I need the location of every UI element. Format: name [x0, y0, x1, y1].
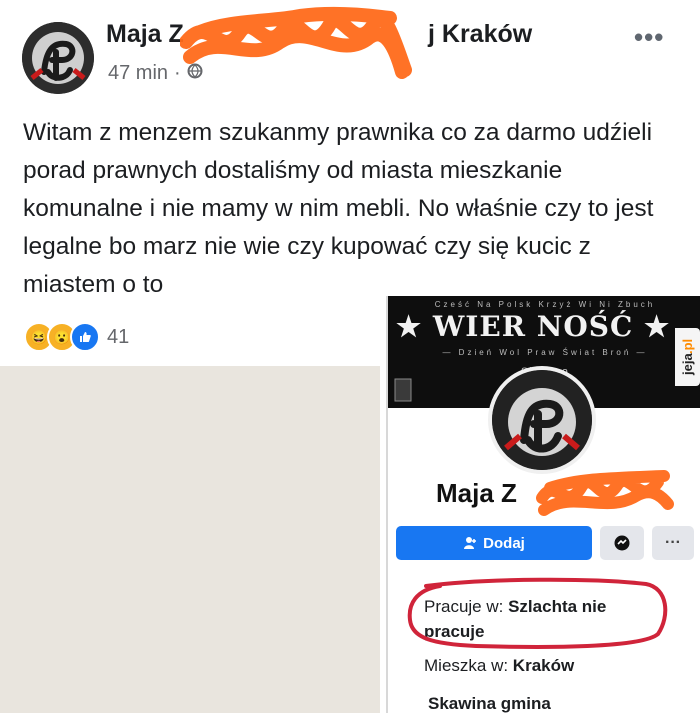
post-author[interactable]: Maja Z j Kraków [106, 20, 532, 49]
lives-info: Mieszka w: Kraków [424, 656, 574, 676]
profile-avatar[interactable] [488, 366, 596, 474]
cover-title: ★ WIER NOŚĆ ★ [396, 310, 671, 343]
cover-emblem-icon [394, 378, 412, 402]
profile-screenshot: Cześć Na Polsk Krzyż Wi Ni Zbuch ★ WIER … [386, 296, 700, 713]
cover-top-text: Cześć Na Polsk Krzyż Wi Ni Zbuch [434, 300, 656, 309]
lives-label: Mieszka w: [424, 656, 513, 675]
cover-mid-text: — Dzień Wol Praw Świat Broń — [442, 348, 648, 357]
lives-value[interactable]: Kraków [513, 656, 574, 675]
globe-icon [187, 62, 203, 85]
town-info: Skawina gmina [428, 694, 551, 714]
watermark-suffix: .pl [680, 338, 695, 354]
add-friend-icon [464, 537, 477, 549]
messenger-icon [614, 535, 630, 551]
work-label: Pracuje w: [424, 597, 509, 616]
meta-separator: · [174, 62, 181, 84]
post-text: Witam z menzem szukanmy prawnika co za d… [23, 119, 654, 298]
post-options-button[interactable]: ••• [634, 22, 664, 53]
like-reaction-icon [70, 322, 100, 352]
reactions-bar[interactable]: 😆 😮 41 [24, 322, 129, 352]
post-photo[interactable] [0, 366, 380, 713]
work-info: Pracuje w: Szlachta nie pracuje [424, 594, 656, 644]
watermark-text: jeja [680, 353, 695, 376]
reaction-count[interactable]: 41 [107, 326, 129, 349]
censor-scribble-header [180, 6, 412, 79]
profile-name: Maja Z [436, 478, 517, 508]
add-friend-label: Dodaj [483, 534, 525, 552]
author-name[interactable]: Maja Z [106, 20, 184, 48]
ellipsis-icon: ··· [665, 534, 681, 551]
town-value: Skawina gmina [428, 694, 551, 713]
site-watermark: jeja .pl [675, 328, 700, 386]
post-time[interactable]: 47 min [108, 62, 168, 85]
profile-more-button[interactable]: ··· [652, 526, 694, 560]
censor-scribble-profile [536, 470, 674, 516]
author-avatar[interactable] [22, 22, 94, 94]
message-button[interactable] [600, 526, 644, 560]
post-meta: 47 min · [108, 62, 203, 85]
ellipsis-icon: ••• [634, 22, 665, 52]
add-friend-button[interactable]: Dodaj [396, 526, 592, 560]
author-location[interactable]: j Kraków [428, 20, 532, 49]
